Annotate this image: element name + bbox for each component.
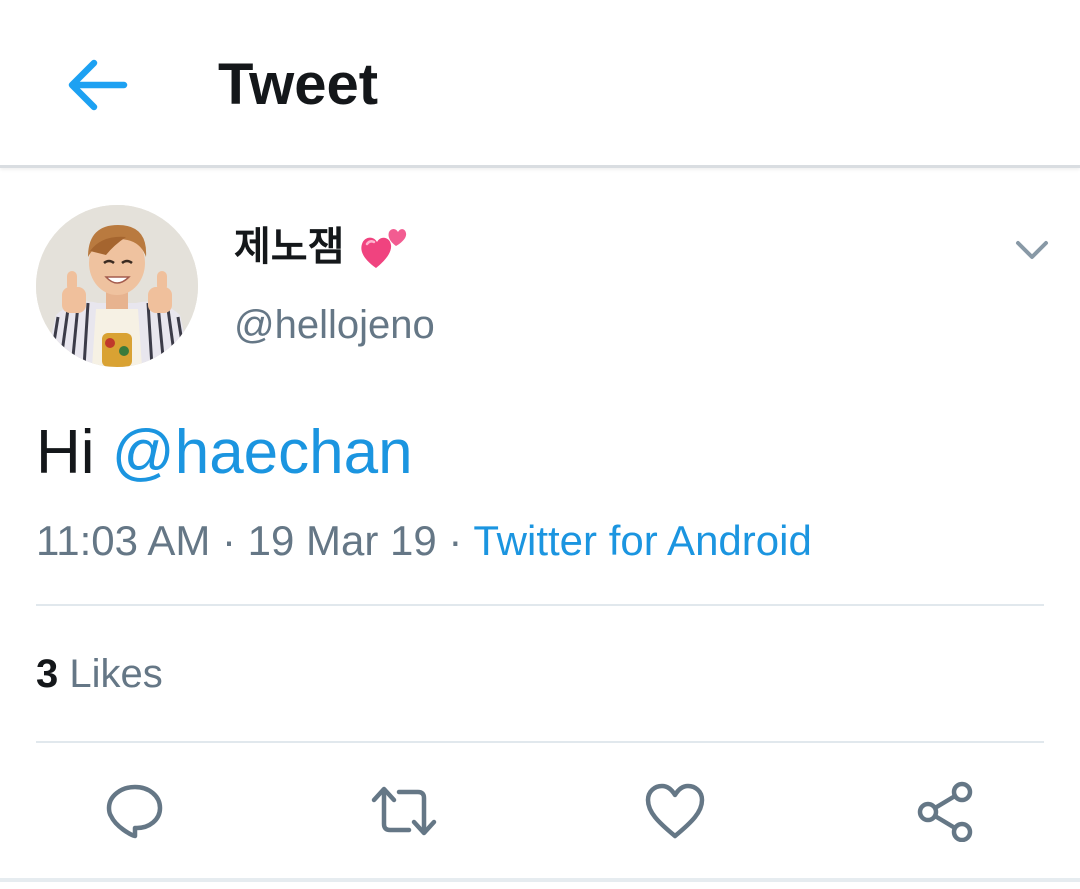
- tweet-timestamp: 11:03 AM · 19 Mar 19 ·: [36, 517, 474, 564]
- author-handle[interactable]: @hellojeno: [234, 301, 435, 349]
- avatar[interactable]: [36, 205, 198, 367]
- divider: [36, 604, 1044, 606]
- app-bar: Tweet: [0, 0, 1080, 168]
- likes-stat[interactable]: 3 Likes: [36, 649, 163, 699]
- share-icon: [917, 781, 973, 842]
- back-button[interactable]: [52, 40, 142, 130]
- chevron-down-icon: [1016, 241, 1048, 259]
- tweet-text: Hi @haechan: [36, 417, 413, 489]
- likes-count: 3: [36, 652, 59, 696]
- tweet-detail: 제노잼 @hellojeno Hi @haechan 11:03 AM · 19…: [0, 171, 1080, 889]
- retweet-button[interactable]: [369, 776, 439, 846]
- mention-link[interactable]: @haechan: [112, 418, 413, 487]
- bottom-divider: [0, 878, 1080, 882]
- action-bar: [0, 742, 1080, 878]
- share-button[interactable]: [910, 776, 980, 846]
- arrow-left-icon: [68, 59, 128, 111]
- page-title: Tweet: [218, 52, 379, 117]
- two-hearts-emoji-icon: [358, 224, 408, 270]
- avatar-image: [36, 205, 198, 367]
- reply-button[interactable]: [100, 776, 170, 846]
- like-button[interactable]: [640, 776, 710, 846]
- author-display-name[interactable]: 제노잼: [234, 223, 408, 271]
- tweet-options-button[interactable]: [1010, 233, 1054, 269]
- reply-icon: [106, 784, 163, 839]
- heart-icon: [645, 783, 705, 839]
- display-name-text: 제노잼: [234, 225, 345, 269]
- retweet-icon: [371, 786, 437, 836]
- likes-label: Likes: [58, 652, 163, 696]
- tweet-text-body: Hi: [36, 418, 112, 487]
- tweet-meta: 11:03 AM · 19 Mar 19 · Twitter for Andro…: [36, 515, 812, 567]
- source-link[interactable]: Twitter for Android: [473, 517, 811, 564]
